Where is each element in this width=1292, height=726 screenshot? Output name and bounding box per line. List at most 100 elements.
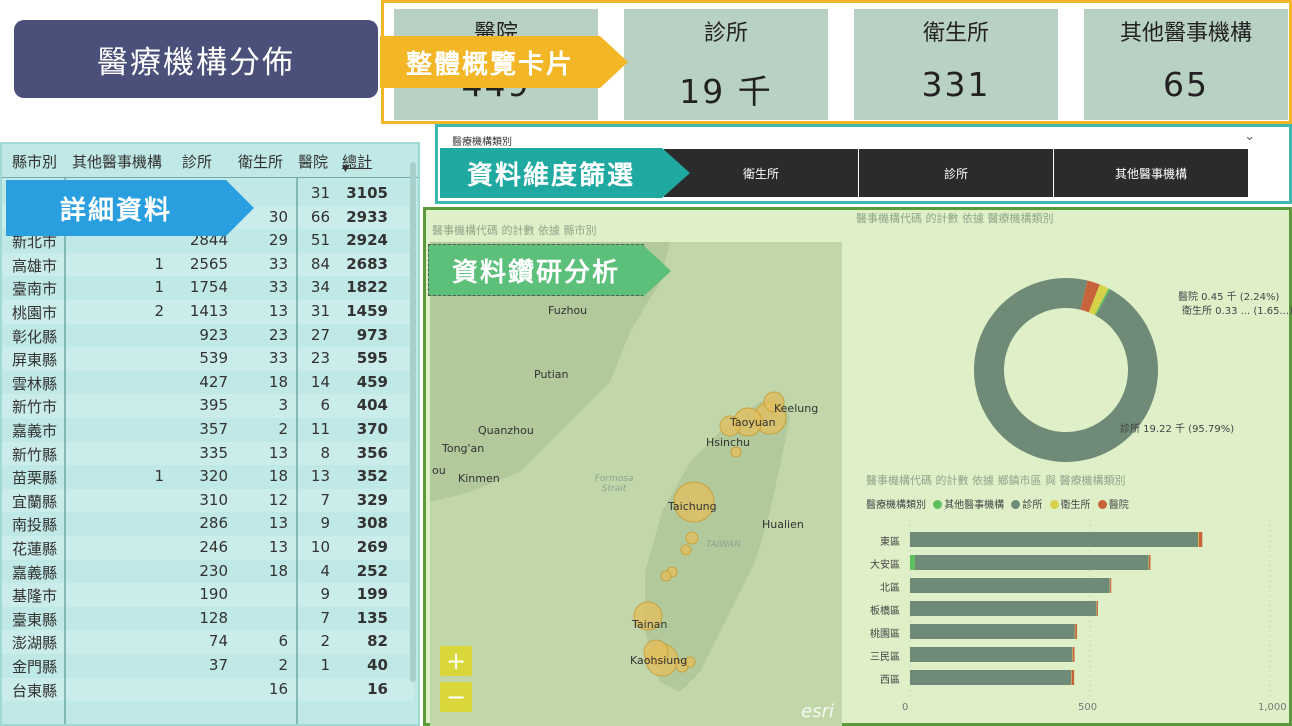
legend-item[interactable]: 其他醫事機構: [944, 500, 1004, 511]
bar-segment[interactable]: [1071, 670, 1075, 685]
table-cell: 13: [268, 538, 288, 556]
bar-segment[interactable]: [910, 578, 1110, 593]
kpi-value: 65: [1163, 65, 1209, 104]
bar-segment[interactable]: [910, 624, 1075, 639]
bar-segment[interactable]: [1072, 647, 1075, 662]
callout-drill: 資料鑽研分析: [428, 244, 671, 297]
table-cell: 40: [367, 656, 388, 674]
table-cell: 2933: [346, 207, 388, 226]
kpi-label: 診所: [703, 21, 748, 46]
callout-detail: 詳細資料: [6, 180, 254, 236]
kpi-card-clinic[interactable]: 診所 19 千: [624, 9, 828, 120]
slicer-button-clinic[interactable]: 診所: [859, 149, 1053, 197]
table-cell: 84: [310, 254, 330, 273]
zoom-in-button[interactable]: +: [440, 646, 472, 676]
bar-segment[interactable]: [1198, 532, 1203, 547]
column-header[interactable]: 其他醫事機構: [72, 151, 162, 172]
donut-chart[interactable]: [946, 250, 1186, 490]
column-header[interactable]: 縣市別: [12, 151, 57, 172]
column-divider: [296, 178, 298, 724]
table-cell: 台東縣: [12, 681, 58, 700]
slicer-button-other[interactable]: 其他醫事機構: [1054, 149, 1248, 197]
table-cell: 595: [356, 349, 388, 368]
bar-segment[interactable]: [1149, 555, 1151, 570]
donut-label-clinic: 診所 19.22 千 (95.79%): [1120, 424, 1235, 435]
table-cell: 395: [199, 396, 228, 415]
table-cell: 18: [268, 467, 288, 486]
column-header[interactable]: 衛生所: [238, 151, 283, 172]
sort-desc-icon[interactable]: ▼: [342, 164, 349, 174]
callout-arrow: [643, 245, 671, 297]
table-cell: 嘉義市: [12, 422, 58, 440]
table-cell: 1413: [189, 302, 228, 320]
table-cell: 基隆市: [12, 587, 58, 606]
map-label-tongan: Tong'an: [442, 442, 485, 455]
map-label-kaohsiung: Kaohsiung: [630, 654, 688, 667]
bar-segment[interactable]: [910, 555, 916, 570]
slicer-button-health-center[interactable]: 衛生所: [664, 149, 858, 197]
column-header[interactable]: 診所: [182, 151, 212, 172]
table-cell: 新竹縣: [12, 445, 58, 464]
table-cell: 33: [268, 254, 288, 273]
table-cell: 30: [268, 207, 288, 226]
table-cell: 31: [310, 184, 330, 202]
table-cell: 雲林縣: [12, 374, 58, 393]
table-cell: 74: [208, 632, 228, 651]
table-cell: 新竹市: [12, 398, 58, 417]
kpi-card-health-center[interactable]: 衛生所 331: [854, 9, 1058, 120]
bar-segment[interactable]: [1198, 532, 1199, 547]
table-cell: 246: [199, 538, 228, 556]
map-bubble[interactable]: [660, 570, 672, 582]
legend-item[interactable]: 衛生所: [1061, 500, 1091, 511]
table-cell: 2683: [346, 254, 388, 273]
bar-chart-legend: 醫療機構類別 其他醫事機構 診所 衛生所 醫院: [866, 496, 1129, 511]
bar-segment[interactable]: [1075, 624, 1078, 639]
legend-item[interactable]: 醫院: [1109, 500, 1129, 511]
map-label-strait: Formosa Strait: [594, 474, 634, 494]
table-cell: 1: [154, 467, 164, 486]
table-cell: 金門縣: [12, 658, 58, 676]
table-header: 縣市別 其他醫事機構 診所 衛生所 醫院 總計 ▼: [2, 144, 418, 178]
bar-chart[interactable]: [904, 520, 1284, 704]
map-visual[interactable]: Fuzhou Putian Quanzhou Tong'an ou Kinmen…: [430, 242, 842, 726]
legend-dot: [1097, 500, 1107, 509]
table-cell: 桃園市: [12, 304, 58, 322]
table-cell: 2565: [189, 254, 228, 273]
bar-segment[interactable]: [910, 601, 1097, 616]
kpi-card-other[interactable]: 其他醫事機構 65: [1084, 9, 1288, 120]
zoom-out-button[interactable]: −: [440, 682, 472, 712]
bar-segment[interactable]: [915, 555, 1149, 570]
table-cell: 320: [199, 467, 228, 486]
donut-label-health: 衛生所 0.33 ... (1.65...): [1182, 306, 1292, 317]
table-cell: 4: [320, 561, 330, 580]
page-title: 醫療機構分佈: [14, 20, 378, 98]
table-cell: 9: [320, 514, 330, 533]
bar-segment[interactable]: [910, 670, 1072, 685]
table-cell: 2: [320, 632, 330, 651]
table-cell: 33: [268, 278, 288, 297]
chevron-down-icon[interactable]: ⌄: [1244, 129, 1255, 144]
bar-segment[interactable]: [910, 532, 1198, 547]
table-cell: 404: [356, 396, 388, 415]
bar-segment[interactable]: [1110, 578, 1112, 593]
callout-text: 詳細資料: [59, 195, 172, 226]
map-label-tainan: Tainan: [632, 618, 668, 631]
legend-item[interactable]: 診所: [1022, 500, 1042, 511]
callout-text: 整體概覽卡片: [405, 49, 574, 80]
column-header[interactable]: 醫院: [298, 151, 328, 172]
bar-segment[interactable]: [910, 647, 1073, 662]
callout-arrow: [600, 36, 628, 88]
map-label-keelung: Keelung: [774, 402, 819, 415]
legend-dot: [1049, 500, 1059, 509]
bar-segment[interactable]: [1096, 601, 1098, 616]
donut-label-hospital: 醫院 0.45 千 (2.24%): [1178, 292, 1280, 303]
table-cell: 嘉義縣: [12, 563, 58, 582]
map-bubble[interactable]: [685, 531, 699, 545]
table-cell: 3: [278, 396, 288, 415]
table-scrollbar[interactable]: [410, 162, 416, 682]
table-cell: 286: [199, 514, 228, 533]
map-bubble[interactable]: [680, 544, 692, 556]
map-label-putian: Putian: [534, 368, 569, 381]
table-cell: 427: [199, 372, 228, 391]
donut-title: 醫事機構代碼 的計數 依據 醫療機構類別: [856, 212, 1054, 225]
